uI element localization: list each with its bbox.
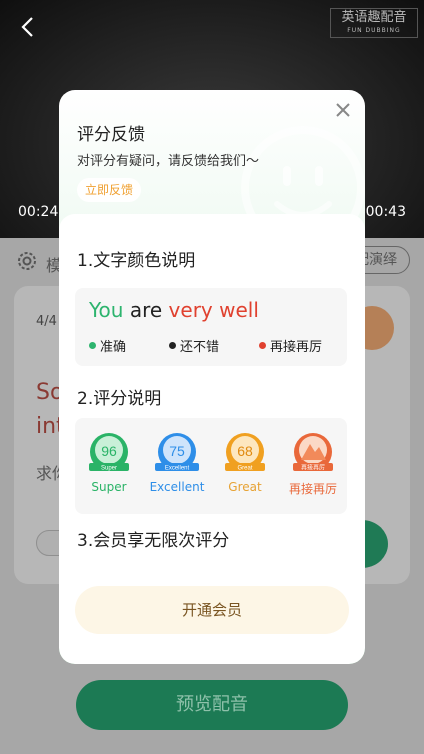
score-badges: 96 Super Super 75 Excellent Excellent 68… xyxy=(75,432,347,497)
red-dot-icon xyxy=(259,342,266,349)
back-arrow-icon[interactable] xyxy=(16,14,42,40)
medal-great-icon: 68 Great xyxy=(225,433,265,472)
black-dot-icon xyxy=(169,342,176,349)
badge-ribbon: Excellent xyxy=(165,466,190,472)
color-legend: 准确 还不错 再接再厉 xyxy=(89,336,341,355)
sample-word-ok: are xyxy=(129,298,163,322)
modal-subtitle: 对评分有疑问，请反馈给我们～ xyxy=(77,154,260,169)
green-dot-icon xyxy=(89,342,96,349)
badge-score: 75 xyxy=(169,443,185,459)
modal-title: 评分反馈 xyxy=(77,125,145,145)
watermark-sub: FUN DUBBING xyxy=(347,27,401,34)
medal-super-icon: 96 Super xyxy=(89,433,129,472)
medal-excellent-icon: 75 Excellent xyxy=(155,433,199,472)
watermark-main: 英语趣配音 xyxy=(341,10,407,25)
legend-item-accurate: 准确 xyxy=(89,336,169,355)
color-explanation-box: You are very well 准确 还不错 再接再厉 xyxy=(75,288,347,366)
time-total: 00:43 xyxy=(365,204,406,220)
score-explanation-box: 96 Super Super 75 Excellent Excellent 68… xyxy=(75,418,347,514)
badge-ribbon: Great xyxy=(237,466,252,472)
section-title-color: 1.文字颜色说明 xyxy=(77,251,196,271)
legend-item-improve: 再接再厉 xyxy=(259,336,322,355)
badge-keep-trying: 再接再厉 再接再厉 xyxy=(282,432,344,497)
badge-score: 96 xyxy=(101,443,117,459)
time-current: 00:24 xyxy=(18,204,59,220)
color-sample-sentence: You are very well xyxy=(89,298,259,322)
sample-word-accurate: You xyxy=(89,298,124,322)
app-watermark: 英语趣配音 FUN DUBBING xyxy=(330,8,418,38)
badge-ribbon: 再接再厉 xyxy=(301,464,325,472)
smiley-icon xyxy=(241,126,365,228)
score-feedback-modal: 评分反馈 对评分有疑问，请反馈给我们～ 立即反馈 1.文字颜色说明 You ar… xyxy=(59,90,365,664)
badge-label-keep-trying: 再接再厉 xyxy=(288,482,337,496)
gear-icon[interactable] xyxy=(16,250,38,272)
section-title-score: 2.评分说明 xyxy=(77,389,162,409)
section-title-member: 3.会员享无限次评分 xyxy=(77,531,230,551)
legend-label: 准确 xyxy=(100,340,127,355)
badge-label-great: Great xyxy=(228,480,262,494)
medal-mountain-icon: 再接再厉 xyxy=(293,433,333,472)
preview-dubbing-button[interactable]: 预览配音 xyxy=(76,680,348,730)
modal-content: 1.文字颜色说明 You are very well 准确 还不错 再接再厉 2… xyxy=(59,214,365,664)
badge-label-excellent: Excellent xyxy=(149,480,205,494)
close-icon[interactable] xyxy=(333,100,353,120)
badge-great: 68 Great Great xyxy=(214,432,276,497)
badge-excellent: 75 Excellent Excellent xyxy=(146,432,208,497)
badge-ribbon: Super xyxy=(101,466,117,472)
legend-label: 还不错 xyxy=(180,340,220,355)
legend-item-ok: 还不错 xyxy=(169,336,259,355)
badge-score: 68 xyxy=(237,443,253,459)
feedback-button[interactable]: 立即反馈 xyxy=(77,178,141,202)
open-membership-button[interactable]: 开通会员 xyxy=(75,586,349,634)
legend-label: 再接再厉 xyxy=(270,340,323,355)
sample-word-improve: very well xyxy=(168,298,259,322)
page-indicator: 4/4 xyxy=(36,314,57,329)
badge-super: 96 Super Super xyxy=(78,432,140,497)
badge-label-super: Super xyxy=(91,480,127,494)
